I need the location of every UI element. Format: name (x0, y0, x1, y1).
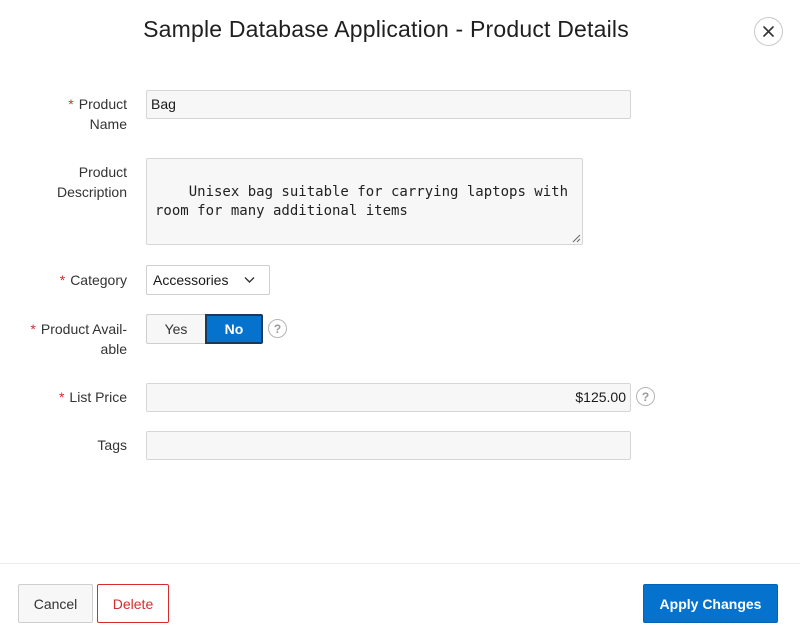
required-marker: * (58, 389, 65, 405)
question-circle-icon[interactable]: ? (268, 319, 287, 338)
apply-changes-button[interactable]: Apply Changes (643, 584, 778, 623)
list-price-input[interactable]: $125.00 (146, 383, 631, 412)
list-price-label: * List Price (58, 389, 127, 405)
close-button[interactable] (754, 17, 783, 46)
category-label: * Category (59, 272, 127, 288)
close-icon (763, 26, 774, 37)
product-name-label: * Product Name (68, 96, 127, 132)
tags-label: Tags (97, 437, 127, 453)
product-available-label: * Product Avail- able (30, 321, 127, 357)
resize-grip-icon[interactable] (572, 234, 581, 243)
question-circle-icon[interactable]: ? (636, 387, 655, 406)
chevron-down-icon (244, 277, 255, 283)
category-select[interactable]: Accessories (146, 265, 270, 295)
toggle-yes-button[interactable]: Yes (146, 314, 205, 344)
product-description-textarea[interactable]: Unisex bag suitable for carrying laptops… (146, 158, 583, 245)
dialog-title: Sample Database Application - Product De… (143, 16, 629, 42)
toggle-no-button[interactable]: No (205, 314, 263, 344)
required-marker: * (59, 272, 66, 288)
required-marker: * (30, 321, 36, 337)
delete-button[interactable]: Delete (97, 584, 169, 623)
required-marker: * (68, 96, 74, 112)
product-description-label: Product Description (56, 164, 127, 200)
footer-divider (0, 563, 800, 564)
product-name-input[interactable]: Bag (146, 90, 631, 119)
category-selected-value: Accessories (153, 272, 229, 288)
tags-input[interactable] (146, 431, 631, 460)
cancel-button[interactable]: Cancel (18, 584, 93, 623)
product-available-toggle: Yes No (146, 314, 263, 344)
